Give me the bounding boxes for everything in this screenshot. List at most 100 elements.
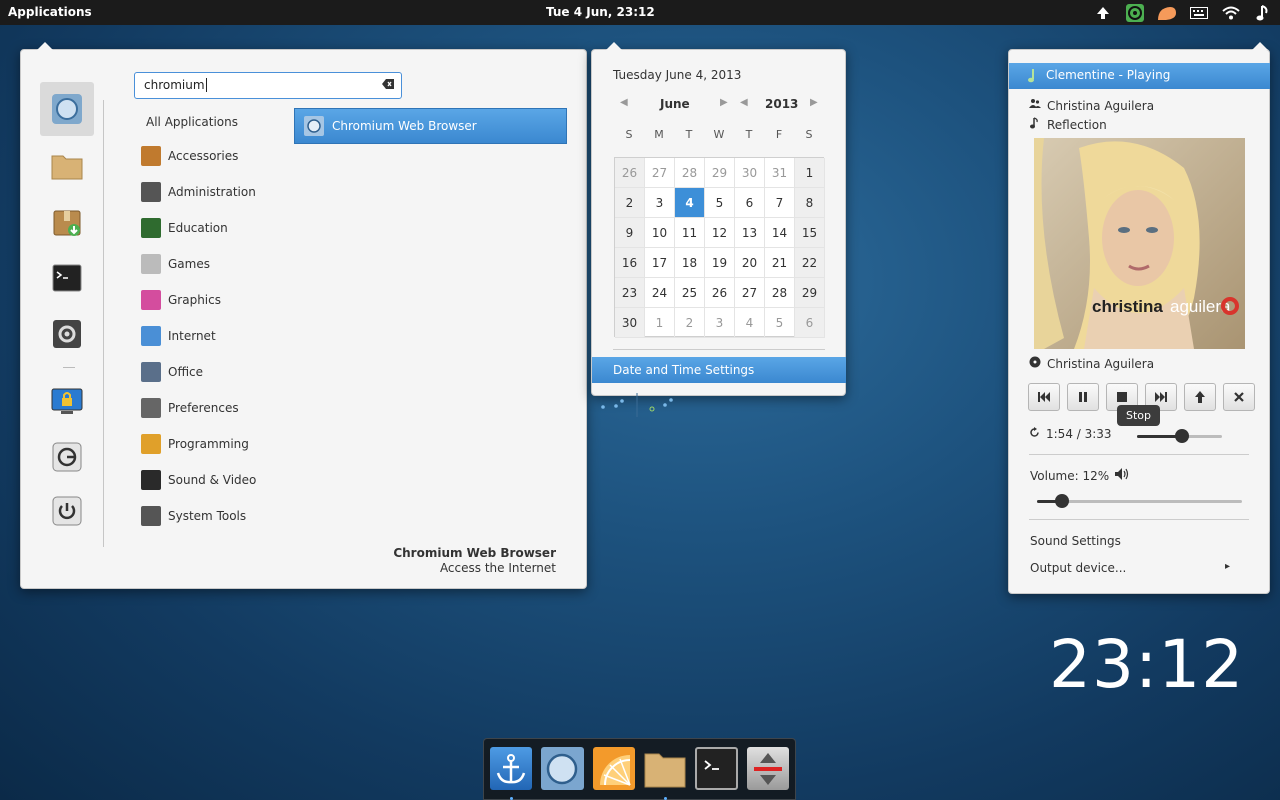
pause-button[interactable]: [1067, 383, 1099, 411]
gear-icon: [53, 320, 81, 348]
track-progress-slider[interactable]: [1137, 429, 1222, 443]
prev-year-icon[interactable]: ◀: [740, 97, 748, 108]
date-time-settings-item[interactable]: Date and Time Settings: [592, 357, 846, 383]
sidebar-software-button[interactable]: [40, 195, 94, 249]
sidebar-lock-button[interactable]: [40, 375, 94, 429]
next-year-icon[interactable]: ▶: [810, 97, 818, 108]
sidebar-logout-button[interactable]: [40, 430, 94, 484]
raise-player-button[interactable]: [1184, 383, 1216, 411]
calendar-day[interactable]: 19: [705, 248, 735, 278]
calendar-day[interactable]: 30: [615, 308, 645, 338]
category-accessories[interactable]: Accessories: [141, 145, 238, 167]
calendar-day[interactable]: 30: [735, 158, 765, 188]
calendar-day[interactable]: 28: [765, 278, 795, 308]
calendar-day[interactable]: 2: [675, 308, 705, 338]
category-office[interactable]: Office: [141, 361, 203, 383]
category-internet[interactable]: Internet: [141, 325, 216, 347]
close-player-button[interactable]: [1223, 383, 1255, 411]
previous-track-button[interactable]: [1028, 383, 1060, 411]
dock-anchor-launcher[interactable]: [490, 747, 533, 800]
calendar-day[interactable]: 6: [795, 308, 825, 338]
calendar-day[interactable]: 26: [615, 158, 645, 188]
clear-search-icon[interactable]: [382, 79, 394, 92]
category-system-tools[interactable]: System Tools: [141, 505, 246, 527]
construction-icon: [141, 434, 161, 454]
calendar-day[interactable]: 26: [705, 278, 735, 308]
calendar-day[interactable]: 11: [675, 218, 705, 248]
calendar-day[interactable]: 28: [675, 158, 705, 188]
next-month-icon[interactable]: ▶: [720, 97, 728, 108]
calendar-day[interactable]: 31: [765, 158, 795, 188]
calendar-day[interactable]: 12: [705, 218, 735, 248]
calendar-day[interactable]: 29: [705, 158, 735, 188]
calendar-day[interactable]: 27: [645, 158, 675, 188]
calendar-day[interactable]: 27: [735, 278, 765, 308]
calendar-day[interactable]: 3: [645, 188, 675, 218]
player-header[interactable]: Clementine - Playing: [1009, 63, 1270, 89]
sidebar-files-button[interactable]: [40, 139, 94, 193]
sidebar-terminal-button[interactable]: [40, 251, 94, 305]
calendar-day[interactable]: 7: [765, 188, 795, 218]
category-sound-video[interactable]: Sound & Video: [141, 469, 256, 491]
calendar-day[interactable]: 2: [615, 188, 645, 218]
category-preferences[interactable]: Preferences: [141, 397, 239, 419]
category-all-applications[interactable]: All Applications: [146, 115, 238, 129]
dock-chromium-launcher[interactable]: [541, 747, 584, 790]
power-plug-icon[interactable]: [1156, 3, 1178, 23]
keyboard-icon[interactable]: [1188, 3, 1210, 23]
wifi-icon[interactable]: [1220, 3, 1242, 23]
category-graphics[interactable]: Graphics: [141, 289, 221, 311]
calendar-day[interactable]: 1: [645, 308, 675, 338]
category-administration[interactable]: Administration: [141, 181, 256, 203]
calendar-day[interactable]: 10: [645, 218, 675, 248]
sound-settings-item[interactable]: Sound Settings: [1030, 534, 1121, 548]
calendar-day[interactable]: 9: [615, 218, 645, 248]
calendar-day[interactable]: 22: [795, 248, 825, 278]
calendar-day[interactable]: 29: [795, 278, 825, 308]
calendar-day[interactable]: 1: [795, 158, 825, 188]
sidebar-shutdown-button[interactable]: [40, 484, 94, 538]
calendar-day[interactable]: 24: [645, 278, 675, 308]
output-device-item[interactable]: Output device... ▸: [1030, 561, 1230, 575]
sound-icon[interactable]: [1252, 3, 1274, 23]
sidebar-chromium-button[interactable]: [40, 82, 94, 136]
panel-clock[interactable]: Tue 4 Jun, 23:12: [546, 5, 655, 19]
calendar-day[interactable]: 20: [735, 248, 765, 278]
calendar-day[interactable]: 15: [795, 218, 825, 248]
volume-slider[interactable]: [1037, 494, 1242, 508]
category-education[interactable]: Education: [141, 217, 228, 239]
calendar-year: 2013: [765, 97, 799, 111]
calendar-day[interactable]: 17: [645, 248, 675, 278]
dock-files-launcher[interactable]: [644, 747, 686, 800]
upload-icon[interactable]: [1092, 3, 1114, 23]
sidebar-settings-button[interactable]: [40, 307, 94, 361]
calendar-day[interactable]: 4: [735, 308, 765, 338]
calendar-day[interactable]: 6: [735, 188, 765, 218]
stop-icon: [1117, 392, 1127, 402]
calendar-day[interactable]: 14: [765, 218, 795, 248]
calendar-day[interactable]: 4: [675, 188, 705, 218]
volume-handle[interactable]: [1055, 494, 1069, 508]
dock-installer-launcher[interactable]: [746, 747, 790, 790]
calendar-day[interactable]: 13: [735, 218, 765, 248]
category-games[interactable]: Games: [141, 253, 210, 275]
calendar-day[interactable]: 25: [675, 278, 705, 308]
calendar-day[interactable]: 3: [705, 308, 735, 338]
category-programming[interactable]: Programming: [141, 433, 249, 455]
calendar-day[interactable]: 23: [615, 278, 645, 308]
calendar-day[interactable]: 16: [615, 248, 645, 278]
calendar-day[interactable]: 8: [795, 188, 825, 218]
package-icon: [53, 210, 81, 236]
calendar-day[interactable]: 5: [765, 308, 795, 338]
prev-month-icon[interactable]: ◀: [620, 97, 628, 108]
calendar-day[interactable]: 21: [765, 248, 795, 278]
dock-clementine-launcher[interactable]: [592, 747, 635, 790]
dock-terminal-launcher[interactable]: [695, 747, 738, 790]
applications-button[interactable]: Applications: [8, 5, 92, 19]
track-progress-handle[interactable]: [1175, 429, 1189, 443]
search-input[interactable]: chromium: [134, 72, 402, 99]
search-result-chromium[interactable]: Chromium Web Browser: [294, 108, 567, 144]
calendar-day[interactable]: 18: [675, 248, 705, 278]
calendar-day[interactable]: 5: [705, 188, 735, 218]
clementine-icon[interactable]: [1124, 3, 1146, 23]
